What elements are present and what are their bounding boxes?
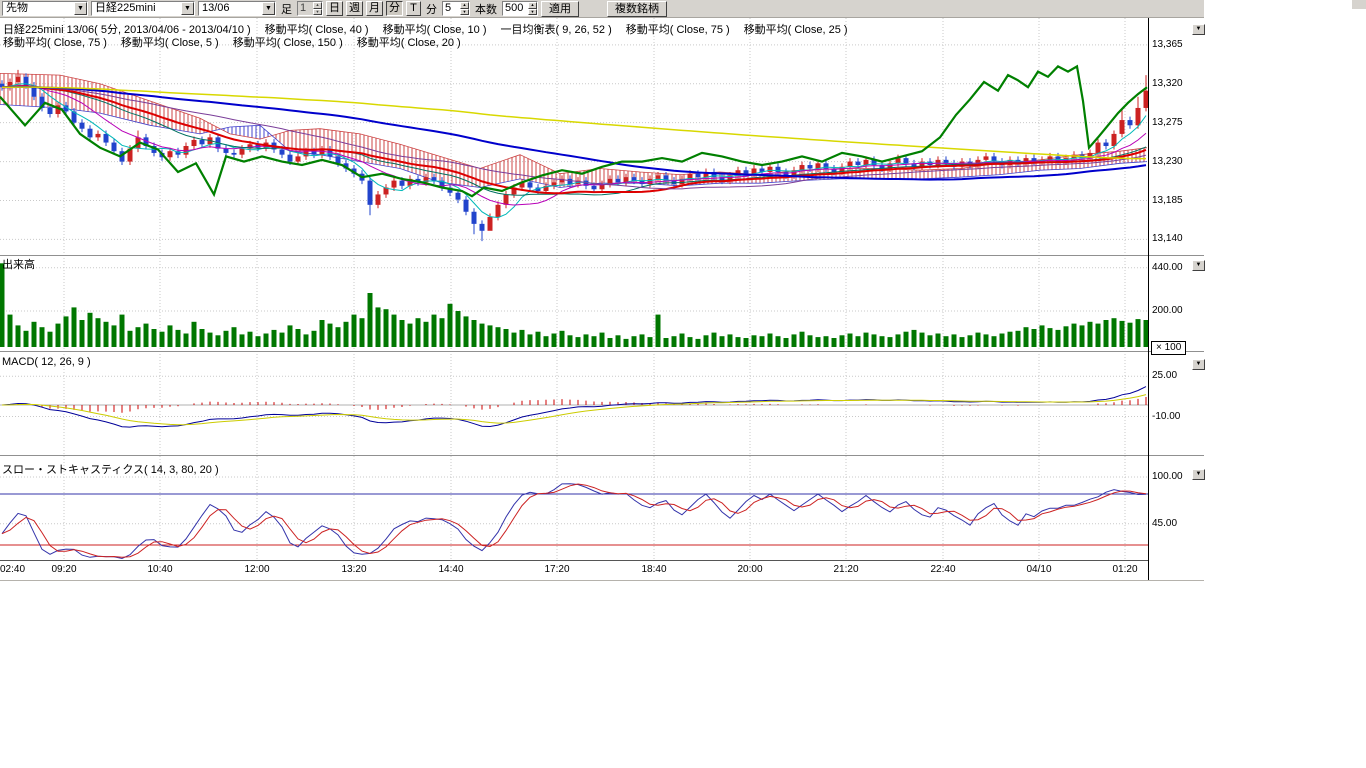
time-axis-label: 01:20 — [1109, 564, 1141, 575]
macd-panel-label: MACD( 12, 26, 9 ) — [2, 356, 91, 368]
panel-scroll-button[interactable]: ▼ — [1192, 359, 1205, 370]
panel-scroll-button[interactable]: ▼ — [1192, 469, 1205, 480]
legend-item: 移動平均( Close, 5 ) — [121, 37, 219, 49]
trading-chart-app: 先物 ▼ 日経225mini ▼ 13/06 ▼ 足 1 ▲▼ 日 週 月 分 … — [0, 0, 1366, 768]
time-axis-label: 17:20 — [541, 564, 573, 575]
macd-axis-label: 25.00 — [1152, 370, 1177, 381]
chart-area[interactable]: 日経225mini 13/06( 5分, 2013/04/06 - 2013/0… — [0, 0, 1366, 768]
price-axis-label: 13,365 — [1152, 39, 1183, 50]
legend-item: 一目均衡表( 9, 26, 52 ) — [501, 24, 612, 36]
volume-axis-label: 440.00 — [1152, 262, 1183, 273]
time-axis-label: 12:00 — [241, 564, 273, 575]
panel-scroll-button[interactable]: ▼ — [1192, 260, 1205, 271]
window-corner — [1352, 0, 1366, 9]
price-axis-label: 13,140 — [1152, 233, 1183, 244]
time-axis-label: 10:40 — [144, 564, 176, 575]
legend-item: 移動平均( Close, 20 ) — [357, 37, 461, 49]
price-axis-label: 13,230 — [1152, 156, 1183, 167]
stoch-axis-label: 100.00 — [1152, 471, 1183, 482]
time-axis-label: 21:20 — [830, 564, 862, 575]
volume-axis-label: 200.00 — [1152, 305, 1183, 316]
stoch-panel-label: スロー・ストキャスティクス( 14, 3, 80, 20 ) — [2, 461, 219, 477]
price-axis-label: 13,275 — [1152, 117, 1183, 128]
time-axis-label: 22:40 — [927, 564, 959, 575]
macd-axis-label: -10.00 — [1152, 411, 1180, 422]
price-axis-label: 13,185 — [1152, 195, 1183, 206]
legend-item: 移動平均( Close, 75 ) — [626, 24, 730, 36]
legend-item: 移動平均( Close, 75 ) — [3, 37, 107, 49]
time-axis-label: 18:40 — [638, 564, 670, 575]
time-axis-label: 20:00 — [734, 564, 766, 575]
chart-canvas[interactable] — [0, 0, 1204, 582]
panel-scroll-button[interactable]: ▼ — [1192, 24, 1205, 35]
legend-item: 移動平均( Close, 25 ) — [744, 24, 848, 36]
time-axis-label: 09:20 — [48, 564, 80, 575]
time-axis-label: 02:40 — [0, 564, 25, 575]
volume-panel-label: 出来高 — [2, 256, 35, 272]
price-axis-label: 13,320 — [1152, 78, 1183, 89]
legend-item: 移動平均( Close, 150 ) — [233, 37, 343, 49]
legend-line-2: 移動平均( Close, 75 ) 移動平均( Close, 5 ) 移動平均( C… — [3, 34, 475, 50]
volume-multiplier-badge: × 100 — [1151, 341, 1186, 355]
time-axis-label: 13:20 — [338, 564, 370, 575]
time-axis-label: 04/10 — [1023, 564, 1055, 575]
time-axis-label: 14:40 — [435, 564, 467, 575]
stoch-axis-label: 45.00 — [1152, 518, 1177, 529]
